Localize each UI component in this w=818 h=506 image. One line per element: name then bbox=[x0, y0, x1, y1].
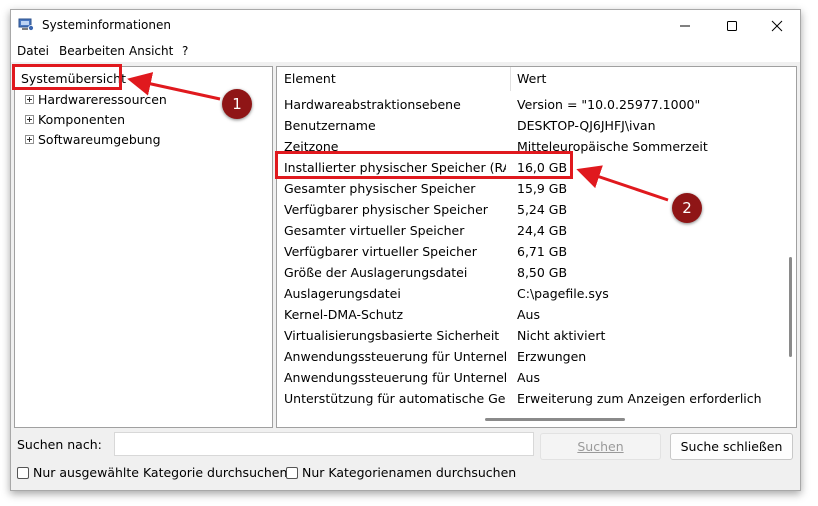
cell-element: Größe der Auslagerungsdatei bbox=[284, 265, 468, 280]
cell-wert: Version = "10.0.25977.1000" bbox=[517, 97, 701, 112]
tree-item-softwareumgebung[interactable]: Softwareumgebung bbox=[25, 130, 161, 148]
only-category-names-option[interactable]: Nur Kategorienamen durchsuchen bbox=[286, 465, 516, 480]
cell-element: Anwendungssteuerung für Unterneh... bbox=[284, 349, 506, 364]
cell-wert: Erweiterung zum Anzeigen erforderlich bbox=[517, 391, 762, 406]
cell-element: Kernel-DMA-Schutz bbox=[284, 307, 404, 322]
expand-icon[interactable] bbox=[25, 94, 34, 104]
menu-ansicht[interactable]: Ansicht bbox=[129, 44, 173, 58]
cell-wert: Aus bbox=[517, 307, 540, 322]
horizontal-scrollbar[interactable] bbox=[277, 413, 787, 425]
cell-wert: Nicht aktiviert bbox=[517, 328, 606, 343]
menu-bar: Datei Bearbeiten Ansicht ? bbox=[11, 42, 800, 62]
system-information-window: Systeminformationen Datei Bearbeiten Ans… bbox=[10, 9, 801, 491]
table-row[interactable]: Anwendungssteuerung für Unterneh... Erzwu… bbox=[277, 346, 782, 367]
window-title: Systeminformationen bbox=[42, 18, 171, 32]
highlight-systemuebersicht bbox=[12, 64, 122, 90]
cell-element: Auslagerungsdatei bbox=[284, 286, 401, 301]
table-row[interactable]: Verfügbarer virtueller Speicher 6,71 GB bbox=[277, 241, 782, 262]
menu-datei[interactable]: Datei bbox=[17, 44, 49, 58]
cell-element: Anwendungssteuerung für Unterneh... bbox=[284, 370, 506, 385]
cell-element: Verfügbarer physischer Speicher bbox=[284, 202, 488, 217]
table-row[interactable]: Benutzername DESKTOP-QJ6JHFJ\ivan bbox=[277, 115, 782, 136]
annotation-marker-1: 1 bbox=[222, 89, 252, 119]
only-selected-category-option[interactable]: Nur ausgewählte Kategorie durchsuchen bbox=[17, 465, 287, 480]
cell-element: Unterstützung für automatische Gerä... bbox=[284, 391, 506, 406]
cell-wert: 6,71 GB bbox=[517, 244, 568, 259]
table-row[interactable]: Virtualisierungsbasierte Sicherheit Nicht… bbox=[277, 325, 782, 346]
column-header-wert[interactable]: Wert bbox=[517, 67, 546, 91]
cell-element: Verfügbarer virtueller Speicher bbox=[284, 244, 477, 259]
cell-wert: 8,50 GB bbox=[517, 265, 568, 280]
expand-icon[interactable] bbox=[25, 134, 34, 144]
tree-item-hardwareressourcen[interactable]: Hardwareressourcen bbox=[25, 90, 167, 108]
vertical-scrollbar-thumb[interactable] bbox=[789, 257, 792, 357]
table-row[interactable]: Auslagerungsdatei C:\pagefile.sys bbox=[277, 283, 782, 304]
minimize-button[interactable] bbox=[662, 10, 707, 42]
table-row[interactable]: Anwendungssteuerung für Unterneh... Aus bbox=[277, 367, 782, 388]
minimize-icon bbox=[679, 25, 690, 27]
cell-wert: 24,4 GB bbox=[517, 223, 568, 238]
vertical-scrollbar[interactable] bbox=[787, 67, 795, 412]
table-row[interactable]: Gesamter physischer Speicher 15,9 GB bbox=[277, 178, 782, 199]
highlight-installed-ram bbox=[275, 151, 573, 179]
tree-item-komponenten[interactable]: Komponenten bbox=[25, 110, 125, 128]
tree-item-label: Hardwareressourcen bbox=[38, 91, 167, 107]
table-row[interactable]: Kernel-DMA-Schutz Aus bbox=[277, 304, 782, 325]
maximize-button[interactable] bbox=[709, 10, 754, 42]
cell-wert: Aus bbox=[517, 370, 540, 385]
close-button[interactable] bbox=[754, 10, 799, 42]
annotation-marker-2: 2 bbox=[672, 193, 702, 223]
system-information-app-icon bbox=[18, 18, 34, 31]
search-label: Suchen nach: bbox=[17, 437, 102, 452]
table-row[interactable]: Größe der Auslagerungsdatei 8,50 GB bbox=[277, 262, 782, 283]
cell-element: Hardwareabstraktionsebene bbox=[284, 97, 461, 112]
title-bar: Systeminformationen bbox=[11, 10, 800, 42]
only-category-names-label: Nur Kategorienamen durchsuchen bbox=[302, 465, 517, 480]
cell-wert: 5,24 GB bbox=[517, 202, 568, 217]
expand-icon[interactable] bbox=[25, 114, 34, 124]
table-row[interactable]: Verfügbarer physischer Speicher 5,24 GB bbox=[277, 199, 782, 220]
menu-bearbeiten[interactable]: Bearbeiten bbox=[59, 44, 125, 58]
close-search-button[interactable]: Suche schließen bbox=[670, 433, 793, 460]
cell-wert: C:\pagefile.sys bbox=[517, 286, 609, 301]
cell-element: Gesamter virtueller Speicher bbox=[284, 223, 465, 238]
table-row[interactable]: Hardwareabstraktionsebene Version = "10.0… bbox=[277, 94, 782, 115]
horizontal-scrollbar-thumb[interactable] bbox=[485, 418, 625, 421]
column-divider[interactable] bbox=[510, 67, 511, 91]
only-category-names-checkbox[interactable] bbox=[286, 466, 298, 479]
table-body: Hardwareabstraktionsebene Version = "10.0… bbox=[277, 94, 782, 409]
table-row[interactable]: Gesamter virtueller Speicher 24,4 GB bbox=[277, 220, 782, 241]
tree-item-label: Softwareumgebung bbox=[38, 131, 161, 147]
search-button[interactable]: Suchen bbox=[540, 433, 661, 460]
category-tree[interactable]: Systemübersicht Hardwareressourcen Kompo… bbox=[14, 66, 273, 428]
search-input[interactable] bbox=[114, 432, 534, 456]
only-selected-category-checkbox[interactable] bbox=[17, 466, 29, 479]
cell-wert: 15,9 GB bbox=[517, 181, 568, 196]
details-list[interactable]: Element Wert Hardwareabstraktionsebene Ve… bbox=[276, 66, 797, 428]
cell-element: Virtualisierungsbasierte Sicherheit bbox=[284, 328, 500, 343]
close-icon bbox=[771, 20, 782, 32]
maximize-icon bbox=[726, 21, 737, 31]
column-header-element[interactable]: Element bbox=[284, 67, 336, 91]
cell-element: Benutzername bbox=[284, 118, 376, 133]
only-selected-category-label: Nur ausgewählte Kategorie durchsuchen bbox=[33, 465, 288, 480]
cell-wert: DESKTOP-QJ6JHFJ\ivan bbox=[517, 118, 656, 133]
cell-wert: Erzwungen bbox=[517, 349, 587, 364]
table-row[interactable]: Unterstützung für automatische Gerä... Er… bbox=[277, 388, 782, 409]
tree-item-label: Komponenten bbox=[38, 111, 126, 127]
menu-help[interactable]: ? bbox=[182, 44, 188, 58]
cell-element: Gesamter physischer Speicher bbox=[284, 181, 476, 196]
